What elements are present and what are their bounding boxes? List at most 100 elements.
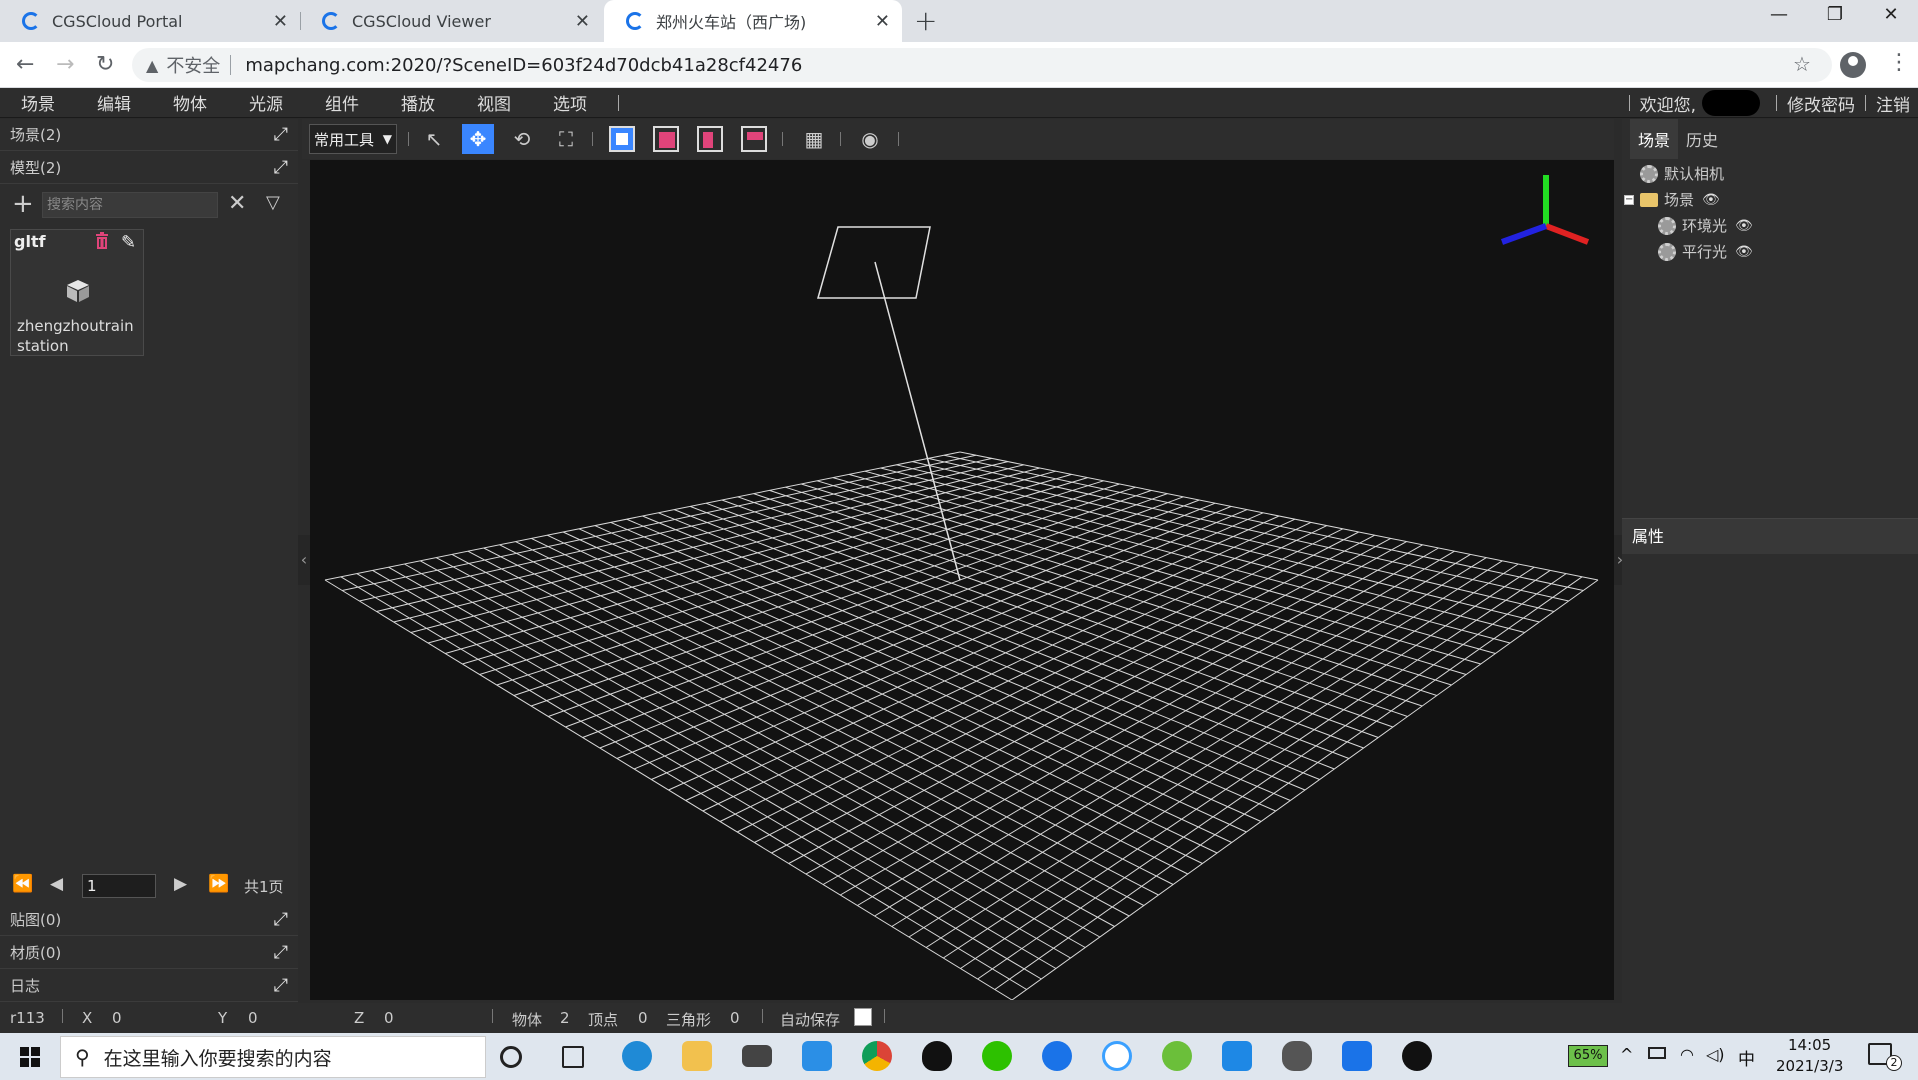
forward-arrow-icon[interactable]: → — [56, 52, 74, 77]
chrome-icon[interactable] — [862, 1041, 892, 1071]
expand-icon[interactable]: ⤢ — [274, 942, 288, 963]
menu-object[interactable]: 物体 — [152, 90, 228, 115]
vscode-icon[interactable] — [802, 1041, 832, 1071]
tree-item-scene[interactable]: − 场景 👁 — [1624, 189, 1720, 210]
tab-scene[interactable]: 场景 — [1630, 119, 1679, 159]
menu-light[interactable]: 光源 — [228, 90, 304, 115]
tab-close-icon[interactable]: ✕ — [575, 11, 590, 32]
filter-icon[interactable]: ▽ — [266, 192, 280, 213]
battery-indicator[interactable]: 65% — [1568, 1045, 1608, 1067]
volume-icon[interactable]: ◁) — [1706, 1045, 1725, 1064]
3d-viewport[interactable] — [310, 160, 1614, 1000]
feishu-icon[interactable] — [1042, 1041, 1072, 1071]
tool-select-dropdown[interactable]: 常用工具 ▼ — [309, 124, 397, 154]
expand-icon[interactable]: ⤢ — [274, 975, 288, 996]
expand-icon[interactable]: ⤢ — [274, 157, 288, 178]
visibility-eye-icon[interactable]: 👁 — [1735, 244, 1753, 260]
prev-page-icon[interactable]: ◀ — [50, 874, 63, 894]
collapse-left-panel-icon[interactable]: ‹ — [298, 535, 310, 585]
cortana-icon[interactable] — [500, 1046, 522, 1068]
last-page-icon[interactable]: ⏩ — [208, 874, 229, 894]
material-section-header[interactable]: 材质(0) ⤢ — [0, 937, 298, 969]
add-model-button[interactable]: + — [12, 189, 34, 219]
grid-icon[interactable]: ▦ — [798, 124, 830, 154]
wechat-icon[interactable] — [982, 1041, 1012, 1071]
next-page-icon[interactable]: ▶ — [174, 874, 187, 894]
log-section-header[interactable]: 日志 ⤢ — [0, 970, 298, 1002]
clock-time[interactable]: 14:05 — [1788, 1036, 1831, 1054]
reload-icon[interactable]: ↻ — [96, 52, 114, 77]
scale-icon[interactable]: ⛶ — [550, 124, 582, 154]
first-page-icon[interactable]: ⏪ — [12, 874, 33, 894]
back-arrow-icon[interactable]: ← — [16, 52, 34, 77]
notification-count[interactable]: 2 — [1886, 1055, 1902, 1071]
visibility-eye-icon[interactable]: 👁 — [1735, 218, 1753, 234]
tree-item-camera[interactable]: 默认相机 — [1640, 163, 1724, 184]
properties-header[interactable]: 属性 — [1622, 518, 1918, 554]
tab-history[interactable]: 历史 — [1678, 119, 1726, 159]
music-icon[interactable] — [1342, 1041, 1372, 1071]
menu-scene[interactable]: 场景 — [0, 90, 76, 115]
view-front-icon[interactable] — [606, 124, 638, 154]
warning-icon[interactable]: ▲ — [146, 56, 158, 75]
axis-gizmo[interactable] — [1500, 175, 1590, 245]
tab-cgscloud-portal[interactable]: CGSCloud Portal ✕ — [0, 0, 301, 42]
texture-section-header[interactable]: 贴图(0) ⤢ — [0, 904, 298, 936]
omnibox[interactable]: ▲ 不安全 mapchang.com:2020/?SceneID=603f24d… — [132, 48, 1832, 82]
close-window-button[interactable]: ✕ — [1866, 4, 1916, 25]
view-eye-icon[interactable]: ◉ — [854, 124, 886, 154]
change-password-link[interactable]: 修改密码 — [1787, 91, 1855, 116]
qq-icon[interactable] — [922, 1041, 952, 1071]
view-top-icon[interactable] — [738, 124, 770, 154]
minimize-button[interactable]: — — [1754, 4, 1804, 25]
chevron-up-icon[interactable]: ^ — [1620, 1045, 1633, 1064]
tab-close-icon[interactable]: ✕ — [273, 11, 288, 32]
windows-start-icon[interactable] — [20, 1047, 40, 1067]
game-controller-icon[interactable] — [1282, 1041, 1312, 1071]
battery-icon[interactable] — [1648, 1047, 1666, 1059]
url-text[interactable]: mapchang.com:2020/?SceneID=603f24d70dcb4… — [245, 55, 802, 76]
wifi-icon[interactable]: ◠ — [1680, 1045, 1694, 1064]
taskbar-search-box[interactable]: ⚲ 在这里输入你要搜索的内容 — [60, 1036, 486, 1078]
logout-link[interactable]: 注销 — [1876, 91, 1910, 116]
tree-item-ambient-light[interactable]: 环境光 👁 — [1658, 215, 1753, 236]
expand-icon[interactable]: ⤢ — [274, 909, 288, 930]
menu-options[interactable]: 选项 — [532, 90, 608, 115]
menu-view[interactable]: 视图 — [456, 90, 532, 115]
edit-icon[interactable]: ✎ — [121, 232, 136, 253]
model-section-header[interactable]: 模型(2) ⤢ — [0, 152, 298, 184]
tab-zhengzhou-station[interactable]: 郑州火车站（西广场) ✕ — [604, 0, 902, 42]
menu-component[interactable]: 组件 — [304, 90, 380, 115]
page-number-input[interactable] — [82, 874, 156, 898]
new-tab-button[interactable]: + — [914, 4, 937, 37]
bookmark-star-icon[interactable]: ☆ — [1793, 52, 1811, 76]
edge-icon[interactable] — [622, 1041, 652, 1071]
browser-menu-icon[interactable]: ⋮ — [1888, 50, 1910, 75]
mail-icon[interactable] — [742, 1045, 772, 1067]
clear-search-icon[interactable]: ✕ — [228, 189, 246, 219]
baidu-netdisk-icon[interactable] — [1102, 1041, 1132, 1071]
tree-item-directional-light[interactable]: 平行光 👁 — [1658, 241, 1753, 262]
select-icon[interactable]: ↖ — [418, 124, 450, 154]
task-view-icon[interactable] — [562, 1046, 584, 1068]
tab-cgscloud-viewer[interactable]: CGSCloud Viewer ✕ — [300, 0, 602, 42]
menu-edit[interactable]: 编辑 — [76, 90, 152, 115]
scene-section-header[interactable]: 场景(2) ⤢ — [0, 119, 298, 151]
view-back-icon[interactable] — [694, 124, 726, 154]
model-card[interactable]: gltf ✎ zhengzhoutrain station — [10, 229, 144, 356]
restore-button[interactable]: ❐ — [1810, 4, 1860, 25]
file-explorer-icon[interactable] — [682, 1041, 712, 1071]
delete-trash-icon[interactable] — [95, 232, 109, 249]
model-search-input[interactable] — [42, 192, 218, 218]
visibility-eye-icon[interactable]: 👁 — [1702, 192, 1720, 208]
security-label[interactable]: 不安全 — [166, 52, 220, 78]
qgis-icon[interactable] — [1162, 1041, 1192, 1071]
profile-avatar-icon[interactable] — [1840, 52, 1866, 78]
photos-icon[interactable] — [1222, 1041, 1252, 1071]
autosave-checkbox[interactable] — [854, 1008, 872, 1026]
expand-icon[interactable]: ⤢ — [274, 124, 288, 145]
ime-indicator[interactable]: 中 — [1738, 1045, 1755, 1070]
xbox-icon[interactable] — [1402, 1041, 1432, 1071]
tab-close-icon[interactable]: ✕ — [875, 11, 890, 32]
scene-canvas[interactable] — [310, 160, 1614, 1000]
